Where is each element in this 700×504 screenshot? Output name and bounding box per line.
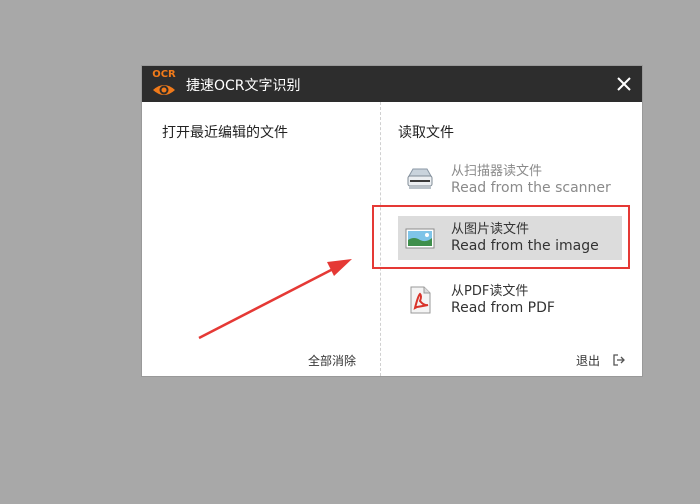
pdf-icon xyxy=(410,286,431,314)
ocr-dialog: OCR 捷速OCR文字识别 打开最近编辑的文件 读取文件 从扫描器读文件 Rea… xyxy=(142,66,642,376)
close-button[interactable] xyxy=(612,72,636,96)
scanner-label-en: Read from the scanner xyxy=(451,180,611,196)
read-file-heading: 读取文件 xyxy=(398,125,454,141)
ocr-logo-icon: OCR xyxy=(150,69,178,99)
window-title: 捷速OCR文字识别 xyxy=(186,78,301,94)
read-from-scanner-item[interactable]: 从扫描器读文件 Read from the scanner xyxy=(398,158,622,202)
exit-icon[interactable] xyxy=(612,353,626,367)
image-icon xyxy=(405,228,435,249)
exit-button[interactable]: 退出 xyxy=(576,352,600,369)
read-from-pdf-item[interactable]: 从PDF读文件 Read from PDF xyxy=(398,278,622,322)
recent-files-heading: 打开最近编辑的文件 xyxy=(162,125,288,141)
panel-divider xyxy=(380,102,381,376)
pdf-label-zh: 从PDF读文件 xyxy=(451,284,529,299)
close-icon xyxy=(617,77,631,91)
title-bar: OCR 捷速OCR文字识别 xyxy=(142,66,642,102)
read-from-image-item[interactable]: 从图片读文件 Read from the image xyxy=(398,216,622,260)
pdf-label-en: Read from PDF xyxy=(451,300,555,316)
image-label-en: Read from the image xyxy=(451,238,599,254)
scanner-label-zh: 从扫描器读文件 xyxy=(451,164,543,179)
clear-all-link[interactable]: 全部消除 xyxy=(308,352,356,369)
image-label-zh: 从图片读文件 xyxy=(451,222,530,237)
scanner-icon xyxy=(407,168,433,189)
